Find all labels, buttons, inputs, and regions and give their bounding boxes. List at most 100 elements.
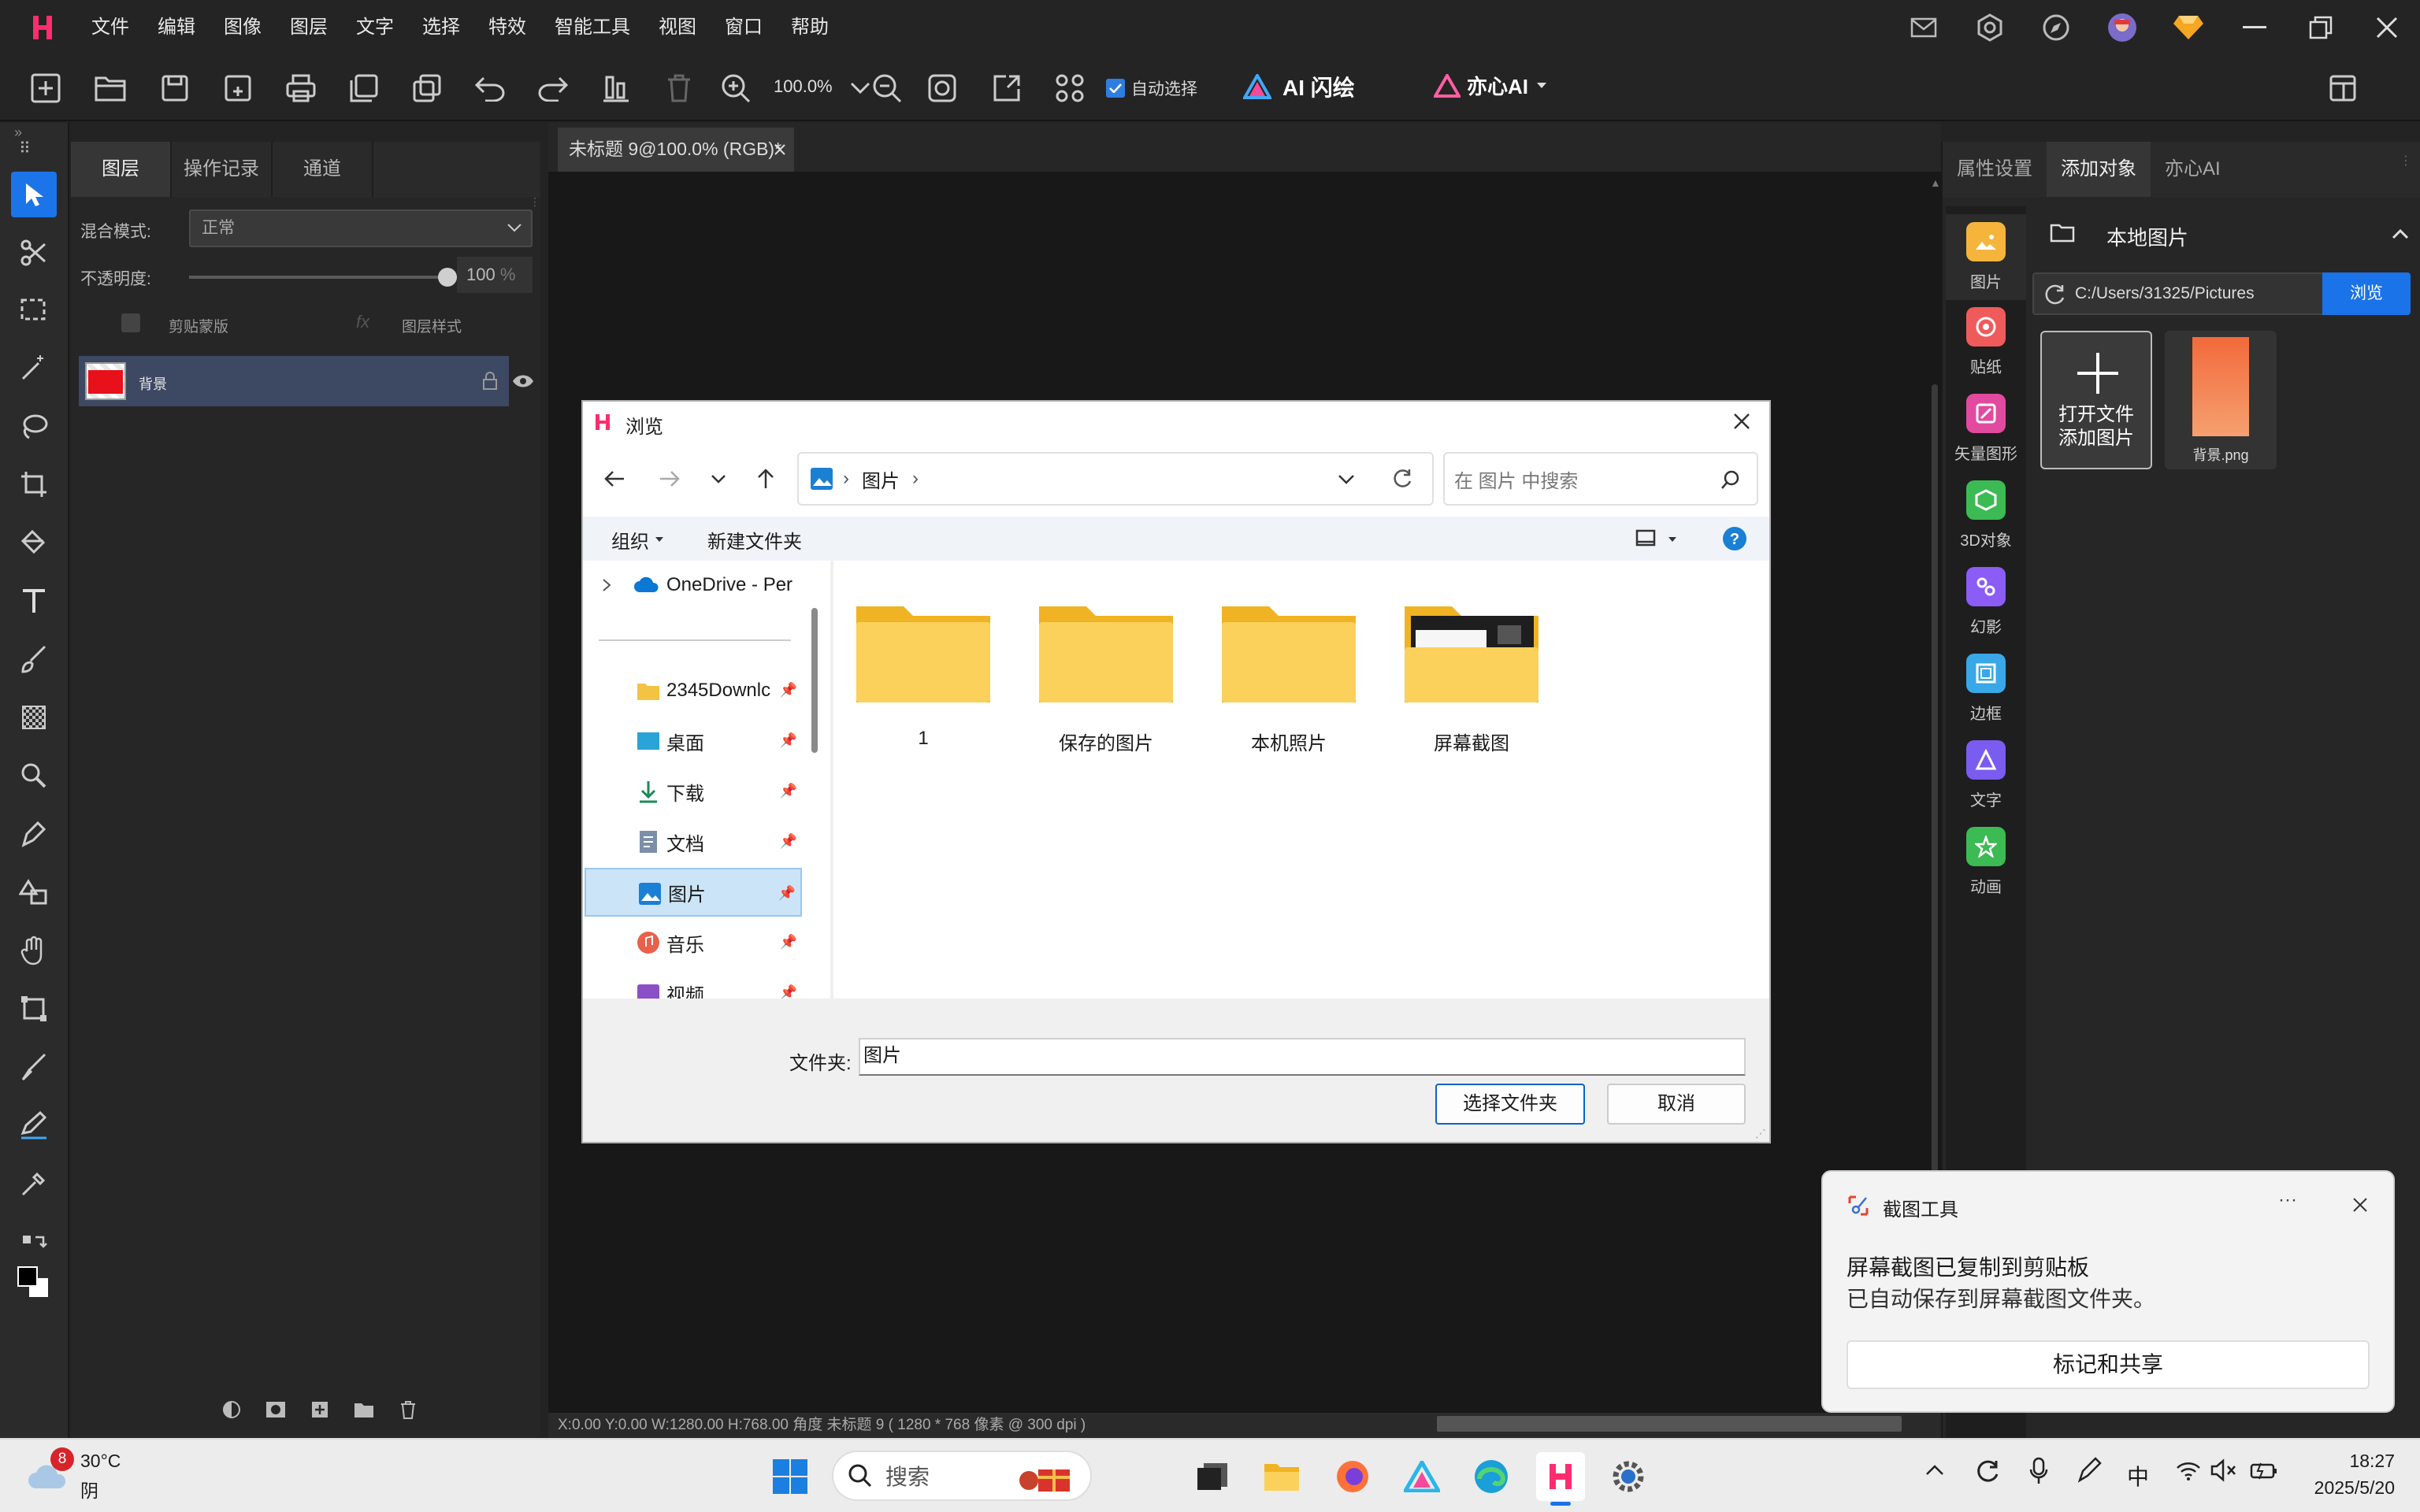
folder-item[interactable]: 本机照片 (1218, 598, 1360, 755)
fill-bucket-icon[interactable] (11, 520, 57, 565)
auto-select-checkbox[interactable]: 自动选择 (1106, 76, 1197, 100)
up-arrow-icon[interactable] (756, 468, 775, 490)
zoom-in-icon[interactable] (718, 71, 753, 106)
tab-yixin-ai[interactable]: 亦心AI (2151, 142, 2235, 197)
nav-item-pictures[interactable]: 图片 📌 (585, 868, 802, 917)
align-icon[interactable] (599, 71, 633, 106)
taskbar-search[interactable]: 搜索 (832, 1451, 1092, 1501)
vip-gem-icon[interactable] (2155, 0, 2221, 55)
settings-gear-icon[interactable] (1604, 1452, 1653, 1501)
eyedropper-icon[interactable] (11, 1161, 57, 1206)
image-thumbnail-card[interactable]: 背景.png (2165, 331, 2277, 469)
refresh-icon[interactable] (1391, 468, 1413, 490)
category-phantom[interactable]: 幻影 (1946, 567, 2026, 637)
category-border[interactable]: 边框 (1946, 654, 2026, 724)
category-sticker[interactable]: 贴纸 (1946, 307, 2026, 377)
lock-icon[interactable] (482, 372, 498, 391)
brush-tool-icon[interactable] (11, 636, 57, 682)
nav-item-desktop[interactable]: 桌面 📌 (585, 717, 802, 765)
microphone-icon[interactable] (2029, 1457, 2048, 1485)
opacity-slider-handle[interactable] (438, 268, 457, 287)
tab-channels[interactable]: 通道 (273, 142, 373, 197)
nav-item-videos[interactable]: 视频 📌 (585, 969, 802, 999)
text-tool-icon[interactable] (11, 578, 57, 624)
nav-scrollbar[interactable] (811, 608, 818, 753)
ai-app-icon[interactable] (1397, 1452, 1446, 1501)
copy-icon[interactable] (347, 71, 381, 106)
pen-menu-icon[interactable] (2077, 1457, 2102, 1484)
battery-icon[interactable] (2250, 1460, 2278, 1480)
nav-item-2345downloads[interactable]: 2345Downlc 📌 (585, 666, 802, 715)
category-3d[interactable]: 3D对象 (1946, 480, 2026, 550)
menu-select[interactable]: 选择 (422, 0, 460, 55)
zoom-out-icon[interactable] (870, 71, 904, 106)
color-swatch-icon[interactable] (11, 1260, 57, 1306)
back-arrow-icon[interactable] (603, 469, 625, 488)
clock-date[interactable]: 2025/5/20 (2296, 1477, 2395, 1499)
recent-dropdown-icon[interactable] (711, 474, 726, 485)
refresh-icon[interactable] (2043, 284, 2066, 306)
menu-view[interactable]: 视图 (659, 0, 696, 55)
duplicate-icon[interactable] (410, 71, 444, 106)
start-button[interactable] (766, 1452, 815, 1501)
nav-item-downloads[interactable]: 下载 📌 (585, 767, 802, 816)
search-icon[interactable] (1720, 469, 1741, 490)
nav-item-music[interactable]: 音乐 📌 (585, 918, 802, 967)
menu-window[interactable]: 窗口 (725, 0, 763, 55)
settings-icon[interactable] (1957, 0, 2023, 55)
snapshot-icon[interactable] (925, 71, 959, 106)
open-folder-icon[interactable] (93, 71, 128, 106)
eraser-tool-icon[interactable] (11, 695, 57, 740)
new-layer-icon[interactable] (298, 1395, 342, 1424)
pen-tool-icon[interactable] (11, 811, 57, 857)
compass-icon[interactable] (2023, 0, 2089, 55)
cutout-tool-icon[interactable] (11, 230, 57, 276)
resize-grip-icon[interactable]: ⋰ (1755, 1127, 1766, 1140)
hand-tool-icon[interactable] (11, 928, 57, 973)
view-caret-icon[interactable] (1668, 537, 1676, 542)
nav-item-onedrive[interactable]: OneDrive - Per (585, 561, 802, 610)
folder-item[interactable]: 1 (852, 598, 994, 750)
minimize-button[interactable] (2221, 0, 2288, 55)
sync-icon[interactable] (1976, 1458, 2001, 1484)
file-explorer-icon[interactable] (1257, 1452, 1306, 1501)
folder-item[interactable]: 保存的图片 (1035, 598, 1177, 755)
tab-add-object[interactable]: 添加对象 (2047, 142, 2151, 197)
close-tab-icon[interactable] (774, 143, 786, 156)
menu-smart-tools[interactable]: 智能工具 (555, 0, 630, 55)
menu-layer[interactable]: 图层 (290, 0, 328, 55)
local-images-header[interactable]: 本地图片 (2050, 213, 2409, 257)
tray-expand-icon[interactable] (1925, 1463, 1944, 1476)
address-bar[interactable]: › 图片 › (797, 452, 1434, 506)
weather-widget[interactable]: 8 30°C 阴 (27, 1447, 121, 1501)
category-vector[interactable]: 矢量图形 (1946, 394, 2026, 464)
mask-icon[interactable] (254, 1395, 298, 1424)
category-image[interactable]: 图片 (1946, 214, 2026, 300)
lasso-tool-icon[interactable] (11, 403, 57, 449)
help-icon[interactable]: ? (1722, 526, 1747, 551)
yixin-ai-button[interactable]: 亦心AI (1434, 71, 1547, 100)
menu-help[interactable]: 帮助 (791, 0, 829, 55)
draw-pen-icon[interactable] (11, 1102, 57, 1148)
task-view-icon[interactable] (1188, 1452, 1237, 1501)
tab-history[interactable]: 操作记录 (172, 142, 273, 197)
horizontal-scrollbar[interactable] (1437, 1416, 1902, 1432)
breadcrumb-pictures[interactable]: 图片 (862, 465, 900, 493)
open-file-button[interactable]: 打开文件 添加图片 (2040, 331, 2152, 469)
close-icon[interactable] (1733, 413, 1750, 430)
heal-brush-icon[interactable] (11, 1044, 57, 1090)
markup-share-button[interactable]: 标记和共享 (1847, 1340, 2370, 1389)
organize-button[interactable]: 组织 (611, 526, 649, 554)
redo-icon[interactable] (536, 71, 570, 106)
expand-chevron-icon[interactable] (602, 578, 613, 592)
select-folder-button[interactable]: 选择文件夹 (1435, 1084, 1585, 1125)
export-icon[interactable] (989, 71, 1024, 106)
layer-row[interactable]: 背景 (79, 356, 509, 406)
scroll-up-icon[interactable]: ▲ (1930, 176, 1941, 192)
magic-wand-icon[interactable] (11, 345, 57, 391)
blend-mode-select[interactable]: 正常 (189, 209, 533, 247)
move-tool-icon[interactable] (11, 172, 57, 217)
print-icon[interactable] (284, 71, 318, 106)
grid-apps-icon[interactable] (1052, 71, 1087, 106)
cancel-button[interactable]: 取消 (1607, 1084, 1746, 1125)
